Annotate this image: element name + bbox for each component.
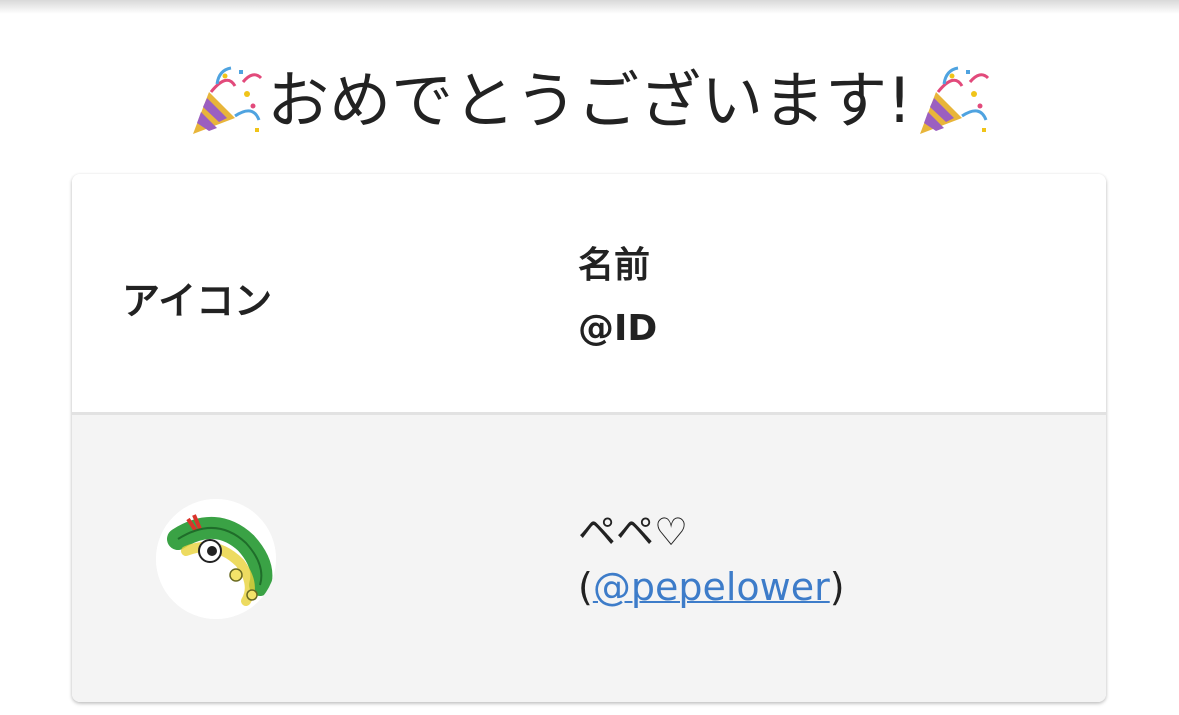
user-id: (@pepelower) bbox=[578, 565, 845, 609]
user-id-close-paren: ) bbox=[829, 565, 845, 609]
party-popper-icon bbox=[914, 62, 992, 140]
user-id-link[interactable]: @pepelower bbox=[593, 565, 830, 609]
column-header-icon: アイコン bbox=[122, 279, 273, 323]
page-title: おめでとうございます! bbox=[0, 56, 1179, 146]
table-row: ペペ♡ (@pepelower) bbox=[72, 415, 1106, 702]
table-header: アイコン 名前 @ID bbox=[72, 174, 1106, 415]
title-text: おめでとうございます! bbox=[267, 64, 912, 137]
top-bar-shadow bbox=[0, 0, 1179, 14]
result-table-card: アイコン 名前 @ID ペペ♡ (@pepelower) bbox=[72, 174, 1106, 702]
column-header-id: @ID bbox=[578, 308, 658, 349]
user-id-open-paren: ( bbox=[578, 565, 593, 609]
party-popper-icon bbox=[187, 62, 265, 140]
user-display-name: ペペ♡ bbox=[578, 510, 689, 554]
column-header-name: 名前 bbox=[578, 245, 651, 286]
caterpie-avatar[interactable] bbox=[156, 499, 276, 619]
